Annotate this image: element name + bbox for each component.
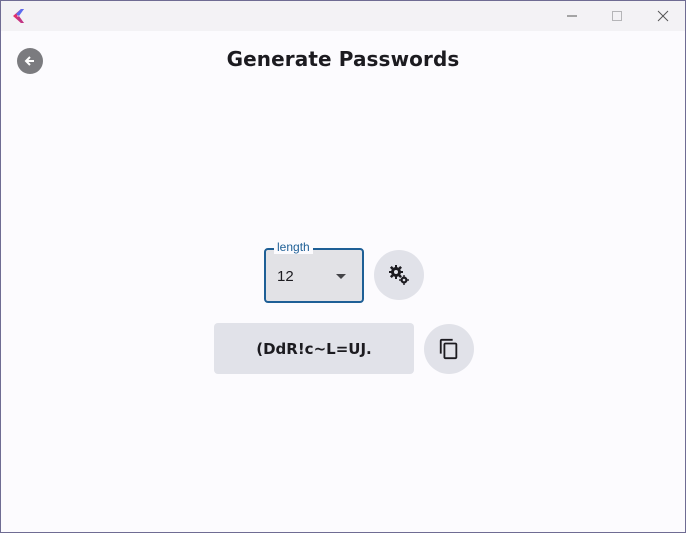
minimize-icon <box>567 15 577 17</box>
settings-button[interactable] <box>374 250 424 300</box>
close-button[interactable] <box>640 1 685 31</box>
dropdown-arrow-icon <box>336 274 346 279</box>
app-logo-icon <box>13 9 24 23</box>
maximize-button[interactable] <box>594 1 640 31</box>
close-icon <box>657 10 669 22</box>
copy-button[interactable] <box>424 324 474 374</box>
gears-icon <box>389 265 409 285</box>
title-bar[interactable] <box>1 1 685 31</box>
copy-icon <box>439 338 458 360</box>
page-title: Generate Passwords <box>226 47 460 71</box>
maximize-icon <box>612 11 622 21</box>
length-value: 12 <box>277 268 294 285</box>
minimize-button[interactable] <box>549 1 595 31</box>
app-window: Generate Passwords length 12 (DdR!c~L=UJ… <box>0 0 686 533</box>
length-dropdown[interactable]: length 12 <box>264 240 364 303</box>
length-label: length <box>274 240 313 254</box>
password-output[interactable]: (DdR!c~L=UJ. <box>214 323 414 374</box>
